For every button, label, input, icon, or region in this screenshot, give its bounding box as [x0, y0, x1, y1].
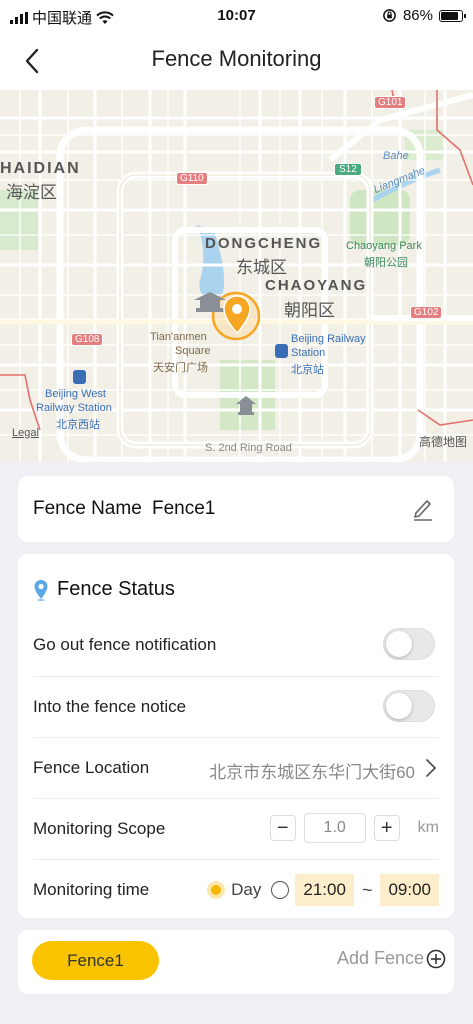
into-fence-notice-row: Into the fence notice	[33, 676, 439, 738]
fence-name-card: Fence Name Fence1	[18, 476, 454, 542]
railway-station-icon	[73, 370, 86, 384]
time-range-separator: ~	[361, 879, 373, 900]
map-label: Square	[175, 345, 211, 357]
map-label: 东城区	[236, 258, 287, 277]
map-label: 海淀区	[6, 183, 57, 202]
map-legal-link[interactable]: Legal	[12, 427, 39, 439]
map-label: Bahe	[383, 150, 409, 162]
scope-unit: km	[417, 819, 439, 836]
add-fence-label: Add Fence	[336, 948, 424, 968]
plus-circle-icon	[426, 949, 446, 968]
battery-percent: 86%	[402, 7, 433, 24]
go-out-notification-label: Go out fence notification	[33, 635, 217, 654]
monitoring-scope-row: Monitoring Scope − + km	[33, 798, 439, 860]
fence-location-row[interactable]: Fence Location 北京市东城区东华门大街60	[33, 737, 439, 799]
battery-icon	[439, 9, 466, 22]
map-view[interactable]: G101 G110 S12 G108 G102 HAIDIAN 海淀区 DONG…	[0, 90, 473, 462]
scope-decrease-button[interactable]: −	[269, 815, 296, 841]
map-label: DONGCHENG	[205, 235, 323, 252]
map-label: Chaoyang Park	[346, 240, 422, 252]
map-label: S. 2nd Ring Road	[205, 442, 292, 454]
day-radio[interactable]	[207, 881, 226, 899]
map-provider-logo: 高德地图	[418, 435, 467, 449]
monitoring-scope-label: Monitoring Scope	[33, 819, 166, 838]
map-label: Tian'anmen	[150, 331, 207, 343]
into-fence-notice-label: Into the fence notice	[33, 697, 187, 716]
highway-shield: G101	[374, 96, 407, 109]
map-label: 朝阳区	[284, 301, 335, 320]
fence-tab-fence1[interactable]: Fence1	[32, 941, 159, 980]
into-fence-notice-toggle[interactable]	[383, 690, 435, 722]
map-label: 北京站	[291, 364, 324, 376]
fence-status-card: Fence Status Go out fence notification I…	[18, 554, 454, 918]
fence-name-value: Fence1	[152, 498, 216, 519]
page-title: Fence Monitoring	[151, 46, 322, 71]
highway-shield: S12	[334, 163, 362, 176]
custom-time-radio[interactable]	[271, 881, 290, 899]
rotation-lock-icon	[383, 9, 396, 22]
map-label: 天安门广场	[153, 362, 208, 374]
location-pin-icon[interactable]	[222, 295, 252, 335]
go-out-notification-toggle[interactable]	[383, 628, 435, 660]
fence-location-value: 北京市东城区东华门大街60	[209, 763, 415, 782]
highway-shield: G108	[71, 333, 104, 346]
fence-list-card: Fence1 Add Fence	[18, 930, 454, 994]
start-time-field[interactable]: 21:00	[295, 874, 354, 906]
map-label: Station	[291, 347, 326, 359]
scope-stepper: − + km	[269, 813, 439, 843]
highway-shield: G102	[410, 306, 443, 319]
fence-location-label: Fence Location	[33, 758, 150, 777]
add-fence-button[interactable]: Add Fence	[337, 948, 446, 969]
monitoring-time-controls: Day 21:00 ~ 09:00	[207, 874, 439, 906]
status-bar: 中国联通 10:07 86%	[0, 0, 473, 32]
edit-pencil-icon[interactable]	[412, 497, 434, 521]
scope-increase-button[interactable]: +	[373, 815, 400, 841]
map-label: Beijing Railway	[291, 333, 366, 345]
fence-name-label: Fence Name	[33, 498, 142, 519]
monitoring-time-label: Monitoring time	[33, 880, 150, 899]
monitoring-time-row: Monitoring time Day 21:00 ~ 09:00	[33, 859, 439, 921]
go-out-notification-row: Go out fence notification	[33, 615, 439, 676]
map-label: Railway Station	[36, 402, 112, 414]
fence-status-header: Fence Status	[33, 578, 175, 601]
location-marker-icon	[34, 579, 48, 601]
highway-shield: G110	[176, 172, 208, 185]
nav-bar: Fence Monitoring	[0, 32, 473, 90]
map-label: 北京西站	[56, 419, 100, 431]
map-label: 朝阳公园	[364, 257, 408, 269]
chevron-right-icon	[426, 759, 437, 777]
day-radio-label: Day	[231, 880, 262, 899]
map-label: Beijing West	[45, 388, 106, 400]
map-label: HAIDIAN	[0, 160, 81, 177]
end-time-field[interactable]: 09:00	[380, 874, 439, 906]
scope-input[interactable]	[303, 813, 366, 843]
fence-status-title: Fence Status	[57, 578, 175, 600]
railway-station-icon	[275, 344, 288, 358]
map-label: CHAOYANG	[265, 277, 368, 294]
